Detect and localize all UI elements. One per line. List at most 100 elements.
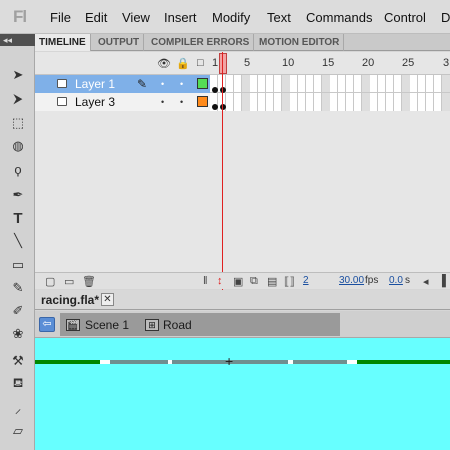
onion-markers-icon[interactable]: ⟦⟧ [284, 275, 295, 288]
elapsed-time[interactable]: 0.0 [389, 275, 403, 286]
frame-number: 20 [362, 57, 375, 69]
delete-icon[interactable]: 🗑 [82, 275, 96, 288]
symbol-icon: ⊞ [145, 319, 159, 331]
tab-output[interactable]: OUTPUT [94, 34, 145, 51]
menu-modify[interactable]: Modify [212, 10, 250, 25]
menu-file[interactable]: File [50, 10, 71, 25]
frame-number: 10 [282, 57, 295, 69]
back-arrow-icon[interactable]: ⇦ [39, 317, 55, 332]
selection-tool-icon[interactable]: ➤ [9, 66, 27, 84]
layer-icon [57, 97, 67, 106]
onion-outline-icon[interactable]: ⧉ [250, 275, 258, 288]
layer-name[interactable]: Layer 1 [75, 77, 115, 91]
panel-tabs: TIMELINE OUTPUT COMPILER ERRORS MOTION E… [35, 34, 450, 51]
breadcrumb-scene[interactable]: Scene 1 [85, 318, 129, 332]
3d-rotation-tool-icon[interactable]: ◍ [9, 137, 27, 155]
scroll-handle-icon[interactable]: ‖ [203, 275, 208, 287]
road-marking [100, 360, 110, 364]
scene-icon: 🎬 [66, 319, 80, 331]
frame-number: 25 [402, 57, 415, 69]
frame-number: 5 [244, 57, 251, 69]
visibility-dot[interactable]: • [161, 97, 164, 107]
lock-dot[interactable]: • [180, 97, 183, 107]
layer-row-layer-1[interactable]: Layer 1 ✎ • • [35, 75, 210, 93]
deco-tool-icon[interactable]: ❀ [9, 325, 27, 343]
menu-insert[interactable]: Insert [164, 10, 197, 25]
edit-bar: ⇦ 🎬 Scene 1 ⊞ Road [35, 311, 450, 338]
menu-commands[interactable]: Commands [306, 10, 372, 25]
app-logo: Fl [13, 7, 27, 26]
menu-bar: Fl File Edit View Insert Modify Text Com… [0, 0, 450, 34]
bone-tool-icon[interactable]: ⚒ [9, 352, 27, 370]
registration-crosshair: + [225, 353, 234, 369]
brush-tool-icon[interactable]: ✐ [9, 302, 27, 320]
keyframe-dot[interactable] [212, 104, 218, 110]
eraser-icon[interactable]: ▱ [9, 422, 27, 440]
frame-number: 3 [443, 57, 450, 69]
menu-view[interactable]: View [122, 10, 150, 25]
new-layer-icon[interactable]: ▢ [45, 275, 55, 288]
rectangle-tool-icon[interactable]: ▭ [9, 256, 27, 274]
breadcrumb: 🎬 Scene 1 ⊞ Road [60, 313, 340, 336]
playhead-line [222, 52, 223, 290]
layer-color-swatch[interactable] [197, 96, 208, 107]
layer-row-layer-3[interactable]: Layer 3 • • [35, 93, 210, 111]
lock-dot[interactable]: • [180, 79, 183, 89]
fps-value[interactable]: 30.00 [339, 275, 364, 286]
lock-icon[interactable]: 🔒 [176, 57, 190, 70]
free-transform-tool-icon[interactable]: ⬚ [9, 114, 27, 132]
keyframe-dot[interactable] [220, 87, 226, 93]
road-segment [110, 360, 168, 364]
line-tool-icon[interactable]: ╲ [9, 232, 27, 250]
scroll-right-icon[interactable]: ▐ [438, 275, 446, 287]
timeline-header: 👁 🔒 □ 1 5 10 15 20 25 3 [35, 52, 450, 75]
edit-multiple-icon[interactable]: ▤ [267, 275, 277, 288]
visibility-dot[interactable]: • [161, 79, 164, 89]
layer-color-swatch[interactable] [197, 78, 208, 89]
layer-icon [57, 79, 67, 88]
menu-debug[interactable]: D [441, 10, 450, 25]
frames-grid [210, 75, 450, 111]
center-frame-icon[interactable]: ↕ [217, 275, 223, 287]
pencil-tool-icon[interactable]: ✎ [9, 279, 27, 297]
frame-number: 1 [212, 57, 219, 69]
tab-motion-editor[interactable]: MOTION EDITOR [255, 34, 345, 51]
collapse-icon[interactable]: ◂◂ [0, 34, 35, 46]
menu-control[interactable]: Control [384, 10, 426, 25]
document-tabs: racing.fla* ✕ [35, 290, 450, 310]
close-icon[interactable]: ✕ [101, 293, 114, 306]
layer-name[interactable]: Layer 3 [75, 95, 115, 109]
breadcrumb-symbol[interactable]: Road [163, 318, 192, 332]
time-unit: s [405, 275, 410, 286]
frame-number: 15 [322, 57, 335, 69]
document-tab-racing[interactable]: racing.fla* [37, 292, 103, 310]
text-tool-icon[interactable]: T [9, 209, 27, 227]
pencil-icon: ✎ [137, 77, 148, 91]
onion-skin-icon[interactable]: ▣ [233, 275, 243, 288]
tab-compiler-errors[interactable]: COMPILER ERRORS [147, 34, 255, 51]
paint-bucket-icon[interactable]: ⛾ [9, 375, 27, 393]
frames-area[interactable] [210, 75, 450, 272]
playhead-handle[interactable] [219, 53, 227, 74]
new-folder-icon[interactable]: ▭ [64, 275, 74, 288]
fps-unit: fps [365, 275, 379, 286]
scroll-left-icon[interactable]: ◂ [423, 275, 429, 288]
menu-text[interactable]: Text [267, 10, 291, 25]
road-marking [347, 360, 357, 364]
pen-tool-icon[interactable]: ✒ [9, 186, 27, 204]
keyframe-dot[interactable] [212, 87, 218, 93]
layers-list-empty [35, 111, 210, 272]
outline-icon[interactable]: □ [197, 57, 204, 69]
road-segment [293, 360, 347, 364]
menu-edit[interactable]: Edit [85, 10, 107, 25]
lasso-tool-icon[interactable]: ϙ [9, 160, 27, 178]
eyedropper-icon[interactable]: ⸝ [9, 399, 27, 417]
tab-timeline[interactable]: TIMELINE [35, 34, 91, 51]
subselection-tool-icon[interactable]: ⮞ [9, 90, 27, 108]
stage-canvas[interactable]: + [35, 338, 450, 450]
current-frame[interactable]: 2 [303, 275, 309, 286]
tools-panel: ◂◂ ➤ ⮞ ⬚ ◍ ϙ ✒ T ╲ ▭ ✎ ✐ ❀ ⚒ ⛾ ⸝ ▱ [0, 34, 35, 450]
eye-icon[interactable]: 👁 [157, 57, 171, 70]
timeline-footer: ▢ ▭ 🗑 ‖ ↕ ▣ ⧉ ▤ ⟦⟧ 2 30.00 fps 0.0 s ◂ ▐ [35, 272, 450, 289]
keyframe-dot[interactable] [220, 104, 226, 110]
